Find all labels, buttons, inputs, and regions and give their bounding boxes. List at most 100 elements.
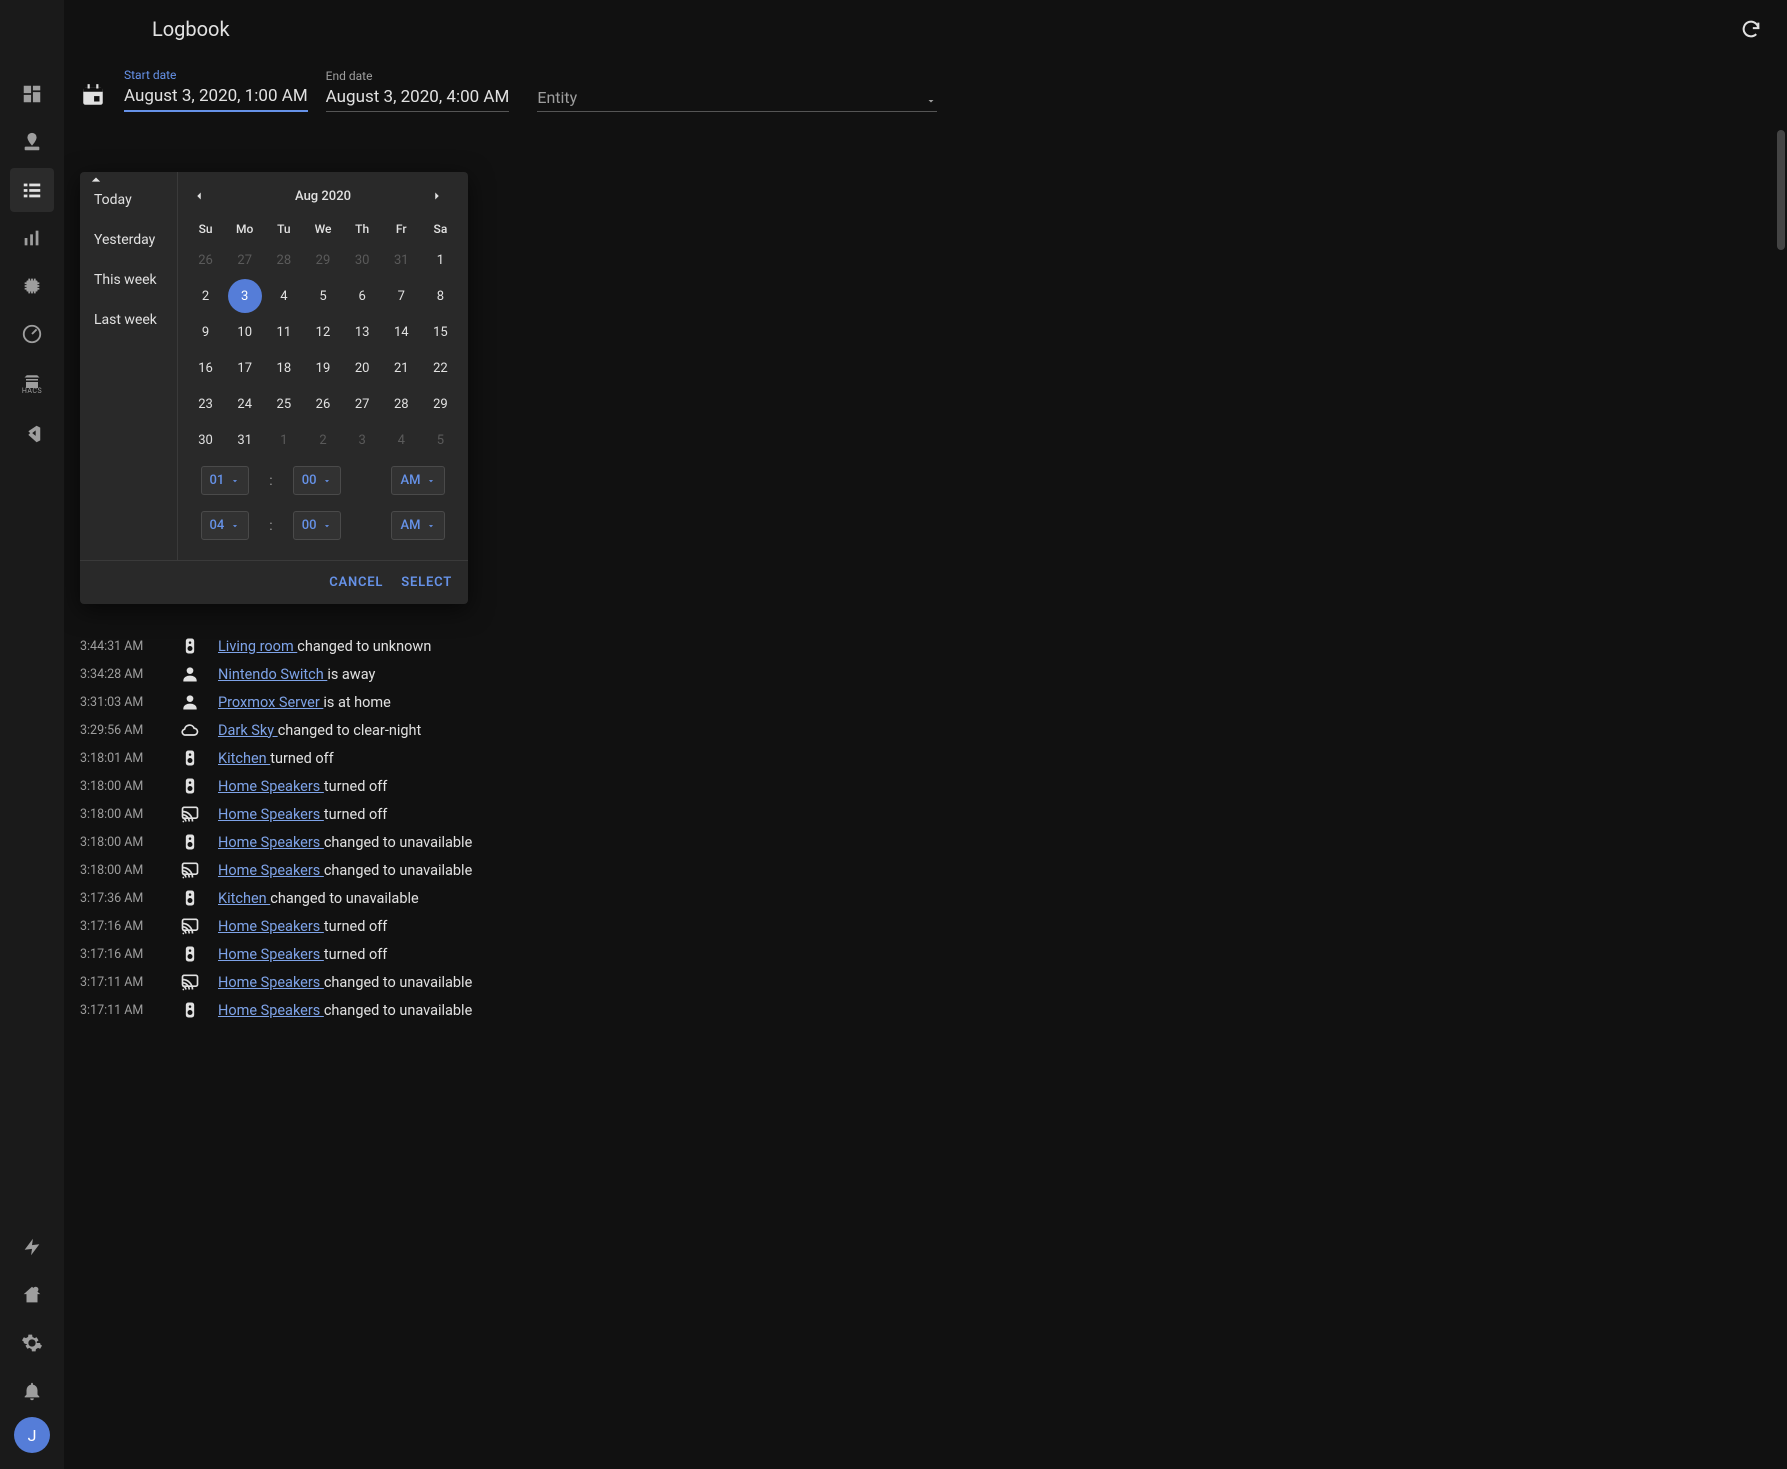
calendar-day[interactable]: 29: [303, 242, 342, 278]
calendar-day[interactable]: 28: [264, 242, 303, 278]
calendar-icon[interactable]: [80, 82, 106, 112]
calendar-day[interactable]: 31: [225, 422, 264, 458]
page-title: Logbook: [152, 17, 230, 41]
start-minute-select[interactable]: 00: [293, 466, 342, 495]
avatar[interactable]: J: [14, 1417, 50, 1453]
entity-link[interactable]: Home Speakers: [218, 974, 324, 991]
log-time: 3:17:16 AM: [80, 947, 162, 962]
entity-link[interactable]: Home Speakers: [218, 806, 324, 823]
calendar-day[interactable]: 6: [343, 278, 382, 314]
calendar-day[interactable]: 17: [225, 350, 264, 386]
sidebar-item-gauge[interactable]: [10, 312, 54, 356]
preset-item[interactable]: Yesterday: [80, 220, 177, 260]
calendar-day[interactable]: 5: [421, 422, 460, 458]
entity-link[interactable]: Home Speakers: [218, 1002, 324, 1019]
calendar-day[interactable]: 3: [225, 278, 264, 314]
calendar-day[interactable]: 30: [186, 422, 225, 458]
logbook-list: 3:44:31 AMLiving room changed to unknown…: [80, 632, 1771, 1024]
calendar-day[interactable]: 2: [303, 422, 342, 458]
calendar-day[interactable]: 26: [186, 242, 225, 278]
entity-link[interactable]: Home Speakers: [218, 946, 324, 963]
entity-select[interactable]: Entity: [537, 88, 937, 112]
sidebar-item-chip[interactable]: [10, 264, 54, 308]
sidebar-item-history[interactable]: [10, 216, 54, 260]
calendar-day[interactable]: 27: [225, 242, 264, 278]
calendar-day[interactable]: 20: [343, 350, 382, 386]
end-hour-select[interactable]: 04: [201, 511, 250, 540]
calendar-day[interactable]: 25: [264, 386, 303, 422]
time-row-end: 04 : 00 AM: [186, 503, 460, 548]
prev-month-button[interactable]: [192, 189, 216, 203]
speaker-icon: [178, 832, 202, 852]
calendar-day[interactable]: 3: [343, 422, 382, 458]
entity-link[interactable]: Home Speakers: [218, 918, 324, 935]
calendar-day[interactable]: 26: [303, 386, 342, 422]
start-ampm-select[interactable]: AM: [391, 466, 445, 495]
entity-link[interactable]: Living room: [218, 638, 297, 655]
next-month-button[interactable]: [430, 189, 454, 203]
calendar-day[interactable]: 4: [264, 278, 303, 314]
calendar-day[interactable]: 10: [225, 314, 264, 350]
cancel-button[interactable]: CANCEL: [329, 575, 383, 590]
calendar-day[interactable]: 24: [225, 386, 264, 422]
calendar-day[interactable]: 15: [421, 314, 460, 350]
calendar-day[interactable]: 28: [382, 386, 421, 422]
entity-link[interactable]: Proxmox Server: [218, 694, 323, 711]
entity-link[interactable]: Nintendo Switch: [218, 666, 327, 683]
calendar-day[interactable]: 2: [186, 278, 225, 314]
select-button[interactable]: SELECT: [401, 575, 452, 590]
calendar-day[interactable]: 7: [382, 278, 421, 314]
calendar-day[interactable]: 4: [382, 422, 421, 458]
sidebar-item-map[interactable]: [10, 120, 54, 164]
entity-link[interactable]: Kitchen: [218, 750, 270, 767]
content-area: TodayYesterdayThis weekLast week Aug 202…: [64, 112, 1787, 1469]
calendar-day[interactable]: 27: [343, 386, 382, 422]
calendar-day[interactable]: 16: [186, 350, 225, 386]
sidebar-item-logbook[interactable]: [10, 168, 54, 212]
log-row: 3:18:00 AMHome Speakers turned off: [80, 772, 1771, 800]
time-row-start: 01 : 00 AM: [186, 458, 460, 503]
log-row: 3:18:00 AMHome Speakers changed to unava…: [80, 828, 1771, 856]
calendar-day[interactable]: 9: [186, 314, 225, 350]
calendar-day[interactable]: 19: [303, 350, 342, 386]
calendar-day[interactable]: 18: [264, 350, 303, 386]
sidebar-item-vscode[interactable]: [10, 412, 54, 456]
entity-link[interactable]: Kitchen: [218, 890, 270, 907]
calendar-day[interactable]: 21: [382, 350, 421, 386]
calendar-day[interactable]: 8: [421, 278, 460, 314]
start-date-input[interactable]: August 3, 2020, 1:00 AM: [124, 84, 308, 112]
calendar-day[interactable]: 1: [421, 242, 460, 278]
sidebar-item-notifications[interactable]: [10, 1369, 54, 1413]
calendar-day[interactable]: 14: [382, 314, 421, 350]
calendar-day[interactable]: 23: [186, 386, 225, 422]
entity-link[interactable]: Home Speakers: [218, 834, 324, 851]
entity-link[interactable]: Dark Sky: [218, 722, 278, 739]
scrollbar[interactable]: [1777, 130, 1785, 250]
preset-item[interactable]: Last week: [80, 300, 177, 340]
sidebar-item-devtools[interactable]: [10, 1225, 54, 1269]
entity-link[interactable]: Home Speakers: [218, 778, 324, 795]
preset-item[interactable]: This week: [80, 260, 177, 300]
calendar-day[interactable]: 31: [382, 242, 421, 278]
end-minute-select[interactable]: 00: [293, 511, 342, 540]
end-date-input[interactable]: August 3, 2020, 4:00 AM: [326, 85, 510, 112]
calendar-day[interactable]: 30: [343, 242, 382, 278]
log-time: 3:18:00 AM: [80, 779, 162, 794]
start-hour-select[interactable]: 01: [201, 466, 250, 495]
chevron-up-icon[interactable]: [86, 172, 106, 190]
refresh-button[interactable]: [1731, 9, 1771, 49]
entity-link[interactable]: Home Speakers: [218, 862, 324, 879]
calendar-day[interactable]: 29: [421, 386, 460, 422]
sidebar-item-overview[interactable]: [10, 72, 54, 116]
speaker-icon: [178, 636, 202, 656]
calendar-day[interactable]: 11: [264, 314, 303, 350]
sidebar-item-supervisor[interactable]: [10, 1273, 54, 1317]
sidebar-item-config[interactable]: [10, 1321, 54, 1365]
calendar-day[interactable]: 5: [303, 278, 342, 314]
calendar-day[interactable]: 12: [303, 314, 342, 350]
calendar-day[interactable]: 13: [343, 314, 382, 350]
end-ampm-select[interactable]: AM: [391, 511, 445, 540]
calendar-day[interactable]: 1: [264, 422, 303, 458]
sidebar-item-hacs[interactable]: HACS: [10, 360, 54, 408]
calendar-day[interactable]: 22: [421, 350, 460, 386]
